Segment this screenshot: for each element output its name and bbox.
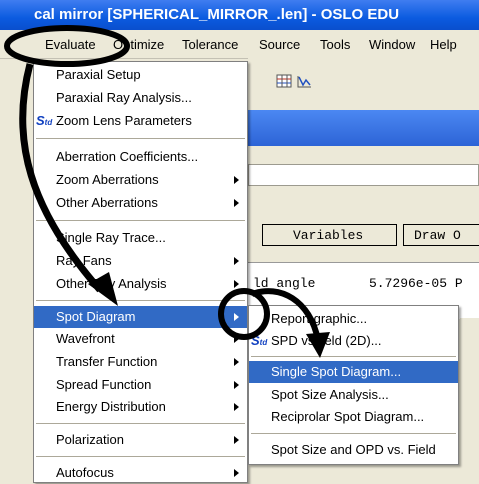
menu-item-zoom-aberrations[interactable]: Zoom Aberrations: [34, 169, 247, 191]
menu-separator: [251, 433, 456, 434]
menu-item-single-spot-diagram[interactable]: Single Spot Diagram...: [249, 361, 458, 383]
window-title: cal mirror [SPHERICAL_MIRROR_.len] - OSL…: [34, 6, 400, 23]
menu-source[interactable]: Source: [259, 37, 300, 52]
menu-item-ray-fans[interactable]: Ray Fans: [34, 250, 247, 272]
menu-item-spot-diagram[interactable]: Spot Diagram: [34, 306, 247, 328]
submenu-arrow-icon: [234, 280, 239, 288]
submenu-arrow-icon: [234, 469, 239, 477]
title-bar: cal mirror [SPHERICAL_MIRROR_.len] - OSL…: [0, 0, 479, 30]
menu-item-reciprolar-spot-diagram[interactable]: Reciprolar Spot Diagram...: [249, 406, 458, 428]
submenu-arrow-icon: [234, 199, 239, 207]
menu-item-zoom-lens-parameters[interactable]: Std Zoom Lens Parameters: [34, 110, 247, 132]
std-icon: Std: [36, 113, 53, 128]
draw-button[interactable]: Draw O: [403, 224, 479, 246]
menu-item-transfer-function[interactable]: Transfer Function: [34, 351, 247, 373]
menu-bar: Evaluate Optimize Tolerance Source Tools…: [0, 30, 479, 59]
plot-icon[interactable]: [296, 73, 312, 89]
menu-item-other-ray-analysis[interactable]: Other Ray Analysis: [34, 273, 247, 295]
menu-item-other-aberrations[interactable]: Other Aberrations: [34, 192, 247, 214]
menu-item-paraxial-ray-analysis[interactable]: Paraxial Ray Analysis...: [34, 87, 247, 109]
menu-separator: [36, 138, 245, 139]
menu-tools[interactable]: Tools: [320, 37, 350, 52]
submenu-arrow-icon: [234, 403, 239, 411]
menu-item-spread-function[interactable]: Spread Function: [34, 374, 247, 396]
submenu-arrow-icon: [234, 335, 239, 343]
menu-optimize[interactable]: Optimize: [113, 37, 164, 52]
spot-diagram-submenu: Report graphic... Std SPD vs field (2D).…: [248, 305, 459, 465]
menu-separator: [36, 220, 245, 221]
submenu-arrow-icon: [234, 381, 239, 389]
background-area: [460, 318, 479, 483]
table-icon[interactable]: [276, 73, 292, 89]
menu-item-wavefront[interactable]: Wavefront: [34, 328, 247, 350]
field-angle-value: 5.7296e-05 P: [369, 276, 463, 291]
menu-item-spd-vs-field[interactable]: Std SPD vs field (2D)...: [249, 330, 458, 352]
submenu-arrow-icon: [234, 257, 239, 265]
menu-item-spot-size-opd-vs-field[interactable]: Spot Size and OPD vs. Field: [249, 439, 458, 461]
menu-item-single-ray-trace[interactable]: Single Ray Trace...: [34, 227, 247, 249]
field-angle-label: ld angle: [253, 276, 316, 291]
menu-item-polarization[interactable]: Polarization: [34, 429, 247, 451]
menu-item-spot-size-analysis[interactable]: Spot Size Analysis...: [249, 384, 458, 406]
menu-evaluate[interactable]: Evaluate: [45, 37, 96, 52]
menu-separator: [251, 356, 456, 357]
menu-separator: [36, 456, 245, 457]
submenu-arrow-icon: [234, 436, 239, 444]
submenu-arrow-icon: [234, 358, 239, 366]
title-panel: [248, 110, 479, 146]
evaluate-menu: Paraxial Setup Paraxial Ray Analysis... …: [33, 61, 248, 483]
menu-item-report-graphic[interactable]: Report graphic...: [249, 308, 458, 330]
menu-item-autofocus[interactable]: Autofocus: [34, 462, 247, 484]
command-field[interactable]: [248, 164, 479, 186]
menu-item-aberration-coefficients[interactable]: Aberration Coefficients...: [34, 146, 247, 168]
menu-separator: [36, 423, 245, 424]
submenu-arrow-icon: [234, 313, 239, 321]
variables-button[interactable]: Variables: [262, 224, 397, 246]
menu-item-energy-distribution[interactable]: Energy Distribution: [34, 396, 247, 418]
menu-window[interactable]: Window: [369, 37, 415, 52]
std-icon: Std: [251, 333, 268, 348]
menu-item-paraxial-setup[interactable]: Paraxial Setup: [34, 64, 247, 86]
submenu-arrow-icon: [234, 176, 239, 184]
menu-tolerance[interactable]: Tolerance: [182, 37, 238, 52]
menu-help[interactable]: Help: [430, 37, 457, 52]
menu-separator: [36, 300, 245, 301]
